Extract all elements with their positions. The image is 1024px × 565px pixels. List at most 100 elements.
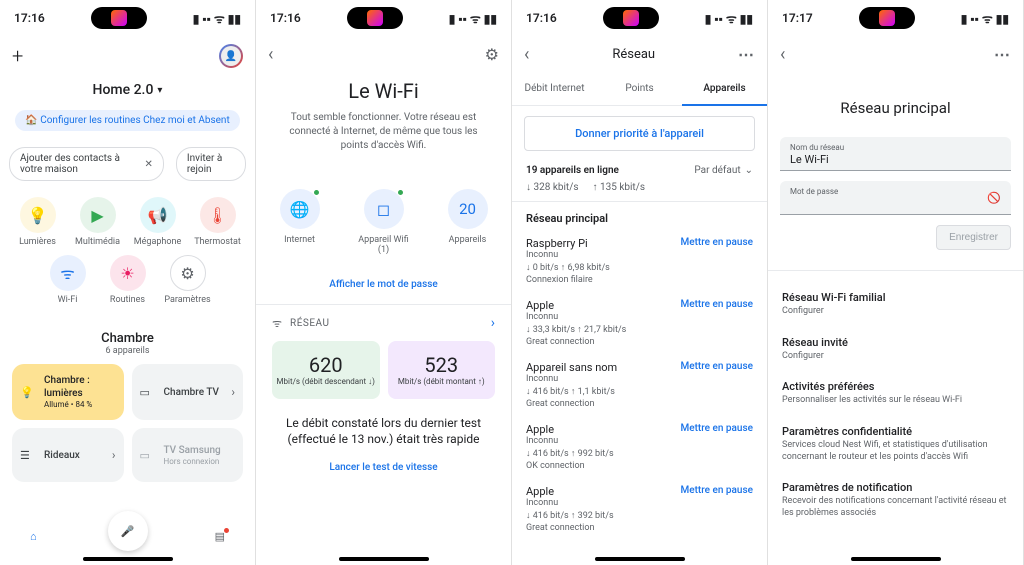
setting-row[interactable]: Paramètres confidentialitéServices cloud…: [768, 415, 1023, 471]
devices-status[interactable]: 20 Appareils: [438, 189, 498, 255]
status-bar: 17:16 ▮ ▪▪ ᯤ ▮▮: [256, 0, 511, 36]
card-curtains[interactable]: ☰ Rideaux ›: [12, 428, 124, 482]
settings-button[interactable]: ⚙: [485, 45, 499, 64]
routines-chip[interactable]: 🏠 Configurer les routines Chez moi et Ab…: [15, 110, 239, 131]
bulb-icon: 💡: [20, 197, 56, 233]
home-indicator[interactable]: [339, 557, 429, 561]
routines-icon: ☀: [110, 255, 146, 291]
home-tab-icon[interactable]: ⌂: [30, 530, 37, 543]
device-row[interactable]: Appareil sans nomInconnu↓ 416 bit/s ↑ 1,…: [512, 353, 767, 415]
sort-selector[interactable]: Par défaut ⌄: [694, 165, 753, 176]
back-button[interactable]: ‹: [780, 44, 785, 65]
online-count: 19 appareils en ligne: [526, 165, 619, 176]
setting-row[interactable]: Réseau invitéConfigurer: [768, 326, 1023, 371]
time: 17:17: [782, 11, 813, 25]
setting-row[interactable]: Réseau Wi-Fi familialConfigurer: [768, 281, 1023, 326]
home-indicator[interactable]: [851, 557, 941, 561]
thermostat-button[interactable]: 🌡Thermostat: [192, 197, 244, 247]
broadcast-button[interactable]: 📢Mégaphone: [132, 197, 184, 247]
more-button[interactable]: ⋯: [738, 45, 755, 64]
screen-network-settings: 17:17 ▮ ▪▪ ᯤ ▮▮ ‹ ⋯ Réseau principal Nom…: [768, 0, 1024, 565]
page-title: Le Wi-Fi: [256, 73, 511, 111]
device-count: 20: [448, 189, 488, 229]
app-switcher-pill[interactable]: [603, 7, 659, 29]
pause-button[interactable]: Mettre en pause: [680, 423, 753, 434]
status-bar: 17:17 ▮ ▪▪ ᯤ ▮▮: [768, 0, 1023, 36]
page-title: Réseau principal: [768, 73, 1023, 137]
setting-row[interactable]: Activités préféréesPersonnaliser les act…: [768, 370, 1023, 415]
network-name-field[interactable]: Nom du réseau Le Wi-Fi: [780, 137, 1011, 171]
add-contacts-chip[interactable]: Ajouter des contacts à votre maison✕: [9, 147, 164, 181]
tab-points[interactable]: Points: [597, 73, 682, 105]
router-icon: ◻: [364, 189, 404, 229]
device-row[interactable]: AppleInconnu↓ 33,3 kbit/s ↑ 21,7 kbit/sG…: [512, 291, 767, 353]
thermometer-icon: 🌡: [200, 197, 236, 233]
chevron-right-icon: ›: [491, 315, 495, 331]
device-row[interactable]: AppleInconnu↓ 416 bit/s ↑ 392 bit/sGreat…: [512, 477, 767, 539]
tv-icon: ▭: [140, 449, 158, 462]
pause-button[interactable]: Mettre en pause: [680, 485, 753, 496]
time: 17:16: [526, 11, 557, 25]
card-samsung-tv[interactable]: ▭ TV SamsungHors connexion: [132, 428, 244, 482]
routines-button[interactable]: ☀Routines: [102, 255, 154, 305]
home-name: Home 2.0: [93, 82, 154, 98]
run-speed-test-link[interactable]: Lancer le test de vitesse: [256, 452, 511, 483]
internet-status[interactable]: 🌐 Internet: [270, 189, 330, 255]
lights-button[interactable]: 💡Lumières: [12, 197, 64, 247]
upload-speed[interactable]: 523 Mbit/s (débit montant ↑): [388, 341, 496, 399]
globe-icon: 🌐: [280, 189, 320, 229]
mic-button[interactable]: 🎤: [108, 511, 148, 551]
quick-actions: 💡Lumières ▶Multimédia 📢Mégaphone 🌡Thermo…: [0, 187, 255, 317]
tab-speed[interactable]: Débit Internet: [512, 73, 597, 105]
network-section-header[interactable]: ᯤ RÉSEAU ›: [256, 304, 511, 341]
setting-row[interactable]: Paramètres de notificationRecevoir des n…: [768, 471, 1023, 527]
save-button[interactable]: Enregistrer: [936, 225, 1011, 250]
broadcast-icon: 📢: [140, 197, 176, 233]
add-button[interactable]: +: [12, 44, 23, 68]
tab-devices[interactable]: Appareils: [682, 73, 767, 106]
status-icons: ▮ ▪▪ ᯤ ▮▮: [193, 10, 241, 27]
prioritize-device-button[interactable]: Donner priorité à l'appareil: [524, 116, 755, 151]
close-icon[interactable]: ✕: [144, 159, 152, 170]
back-button[interactable]: ‹: [268, 44, 273, 65]
app-switcher-pill[interactable]: [347, 7, 403, 29]
status-icons: ▮ ▪▪ ᯤ ▮▮: [449, 10, 497, 27]
wifi-point-status[interactable]: ◻ Appareil Wifi (1): [354, 189, 414, 255]
chevron-right-icon: ›: [112, 448, 116, 462]
card-lights[interactable]: 💡 Chambre : lumièresAllumé • 84 %: [12, 364, 124, 420]
status-bar: 17:16 ▮ ▪▪ ᯤ ▮▮: [512, 0, 767, 36]
pause-button[interactable]: Mettre en pause: [680, 237, 753, 248]
gear-icon: ⚙: [170, 255, 206, 291]
app-switcher-pill[interactable]: [91, 7, 147, 29]
wifi-button[interactable]: ᯤWi-Fi: [42, 255, 94, 305]
app-switcher-pill[interactable]: [859, 7, 915, 29]
pause-button[interactable]: Mettre en pause: [680, 299, 753, 310]
wifi-icon: ᯤ: [50, 255, 86, 291]
tv-icon: ▭: [140, 386, 158, 399]
show-password-link[interactable]: Afficher le mot de passe: [256, 263, 511, 304]
room-name: Chambre: [0, 317, 255, 346]
download-speed[interactable]: 620 Mbit/s (débit descendant ↓): [272, 341, 380, 399]
media-button[interactable]: ▶Multimédia: [72, 197, 124, 247]
home-indicator[interactable]: [595, 557, 685, 561]
visibility-off-icon[interactable]: 🚫: [987, 191, 1001, 204]
pause-button[interactable]: Mettre en pause: [680, 361, 753, 372]
time: 17:16: [270, 11, 301, 25]
device-row[interactable]: Raspberry PiInconnu↓ 0 bit/s ↑ 6,98 kbit…: [512, 229, 767, 291]
feed-tab-icon[interactable]: ▤: [215, 530, 225, 543]
settings-list: Réseau Wi-Fi familialConfigurerRéseau in…: [768, 281, 1023, 528]
screen-wifi: 17:16 ▮ ▪▪ ᯤ ▮▮ ‹ ⚙ Le Wi-Fi Tout semble…: [256, 0, 512, 565]
home-indicator[interactable]: [83, 557, 173, 561]
home-selector[interactable]: Home 2.0▾: [0, 68, 255, 104]
chevron-down-icon: ⌄: [745, 165, 753, 176]
speed-result-text: Le débit constaté lors du dernier test (…: [256, 409, 511, 453]
screen-home: 17:16 ▮ ▪▪ ᯤ ▮▮ + 👤 Home 2.0▾ 🏠 Configur…: [0, 0, 256, 565]
password-field[interactable]: Mot de passe 🚫: [780, 181, 1011, 215]
device-row[interactable]: AppleInconnu↓ 416 bit/s ↑ 992 bit/sOK co…: [512, 415, 767, 477]
lamp-icon: 💡: [20, 386, 38, 399]
invite-chip[interactable]: Inviter à rejoin: [176, 147, 246, 181]
settings-button[interactable]: ⚙Paramètres: [162, 255, 214, 305]
more-button[interactable]: ⋯: [994, 45, 1011, 64]
avatar[interactable]: 👤: [219, 44, 243, 68]
card-tv[interactable]: ▭ Chambre TV ›: [132, 364, 244, 420]
